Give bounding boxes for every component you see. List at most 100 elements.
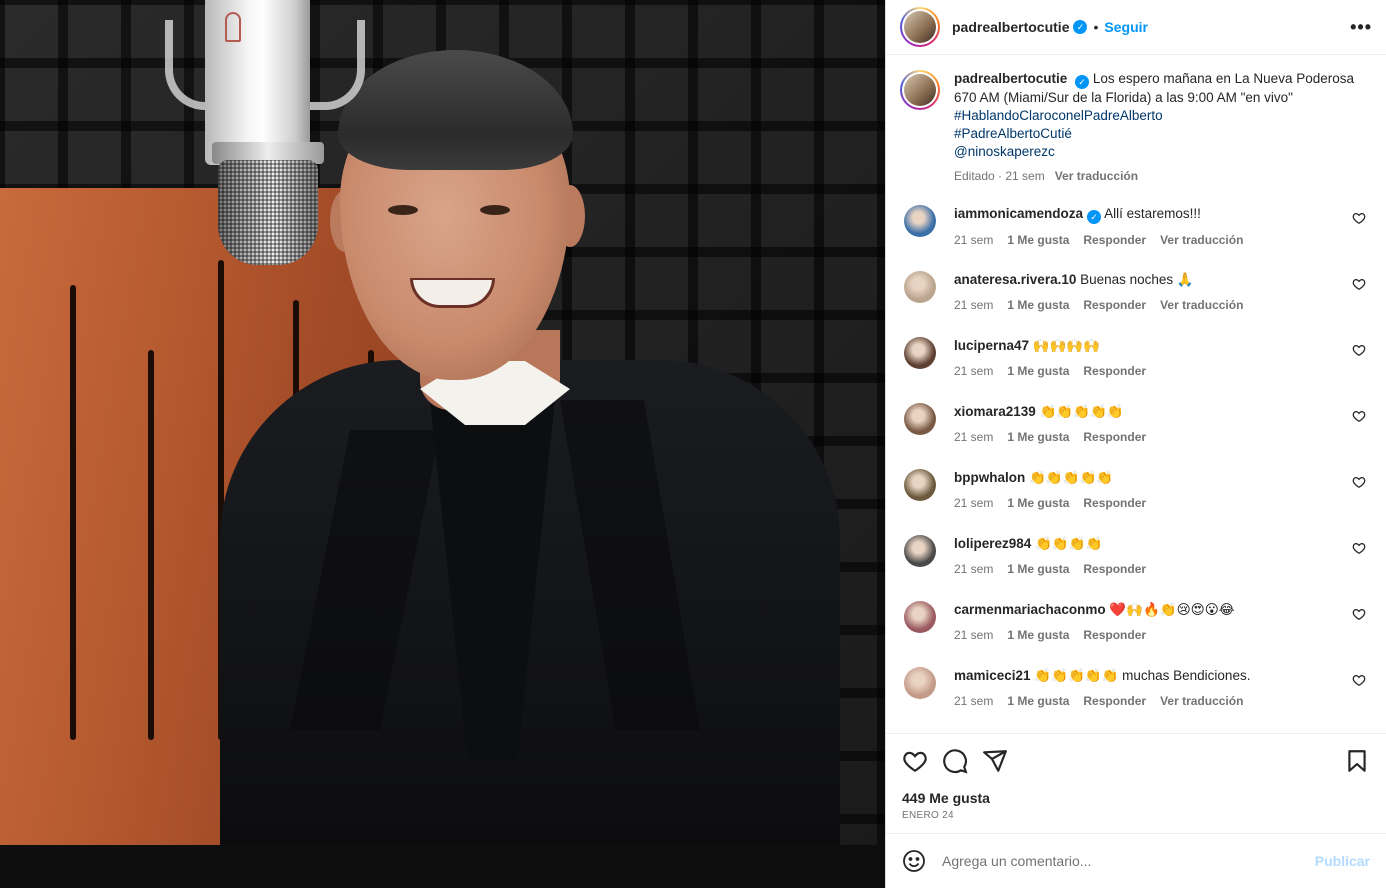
follow-button[interactable]: Seguir	[1104, 19, 1148, 35]
commenter-username[interactable]: carmenmariachaconmo	[954, 602, 1106, 617]
reply-button[interactable]: Responder	[1083, 560, 1146, 578]
comment-like-count[interactable]: 1 Me gusta	[1007, 692, 1069, 710]
publish-button[interactable]: Publicar	[1315, 853, 1370, 869]
see-translation-link[interactable]: Ver traducción	[1160, 296, 1243, 314]
post-header: padrealbertocutie ✓ • Seguir •••	[886, 0, 1386, 55]
post-sidebar: padrealbertocutie ✓ • Seguir ••• padreal…	[885, 0, 1386, 888]
comment-body: carmenmariachaconmo ❤️🙌🔥👏😢😍😮😂 21 sem 1 M…	[954, 601, 1354, 647]
like-comment-heart-icon[interactable]	[1352, 673, 1366, 687]
comment-like-count[interactable]: 1 Me gusta	[1007, 428, 1069, 446]
comments-scroll-area[interactable]: padrealbertocutie ✓ Los espero mañana en…	[886, 56, 1386, 732]
smiley-icon[interactable]	[902, 849, 926, 873]
comment-like-count[interactable]: 1 Me gusta	[1007, 560, 1069, 578]
comment-time: 21 sem	[954, 298, 994, 312]
commenter-avatar[interactable]	[904, 469, 936, 501]
heart-icon[interactable]	[902, 748, 928, 774]
caption-avatar[interactable]	[900, 70, 940, 110]
comment-meta: 21 sem 1 Me gusta Responder	[954, 362, 1354, 380]
comment-body: loliperez984 👏👏👏👏 21 sem 1 Me gusta Resp…	[954, 535, 1354, 581]
commenter-avatar[interactable]	[904, 601, 936, 633]
photo-bottom-shadow	[0, 845, 885, 888]
comment-like-count[interactable]: 1 Me gusta	[1007, 362, 1069, 380]
like-comment-heart-icon[interactable]	[1352, 343, 1366, 357]
comment-text: 👏👏👏👏👏	[1039, 404, 1124, 419]
post-date: ENERO 24	[902, 810, 954, 821]
comment-like-count[interactable]: 1 Me gusta	[1007, 296, 1069, 314]
more-options-icon[interactable]: •••	[1350, 17, 1372, 38]
author-avatar[interactable]	[900, 7, 940, 47]
comment-like-count[interactable]: 1 Me gusta	[1007, 494, 1069, 512]
commenter-username[interactable]: xiomara2139	[954, 404, 1036, 419]
comment-input[interactable]	[942, 853, 1315, 869]
like-comment-heart-icon[interactable]	[1352, 475, 1366, 489]
like-comment-heart-icon[interactable]	[1352, 211, 1366, 225]
comment-like-count[interactable]: 1 Me gusta	[1007, 626, 1069, 644]
commenter-avatar[interactable]	[904, 337, 936, 369]
commenter-username[interactable]: iammonicamendoza	[954, 206, 1083, 221]
comment-time: 21 sem	[954, 496, 994, 510]
commenter-avatar[interactable]	[904, 535, 936, 567]
verified-badge-icon: ✓	[1075, 75, 1090, 89]
reply-button[interactable]: Responder	[1083, 626, 1146, 644]
see-translation-link[interactable]: Ver traducción	[1160, 692, 1243, 710]
comment-body: iammonicamendoza ✓ Allí estaremos!!! 21 s…	[954, 205, 1354, 251]
bookmark-icon[interactable]	[1344, 748, 1370, 774]
commenter-username[interactable]: luciperna47	[954, 338, 1029, 353]
commenter-avatar[interactable]	[904, 205, 936, 237]
eye	[480, 205, 510, 215]
comment-item: anateresa.rivera.10 Buenas noches 🙏 21 s…	[900, 271, 1372, 317]
comment-meta: 21 sem 1 Me gusta Responder	[954, 626, 1354, 644]
commenter-avatar[interactable]	[904, 271, 936, 303]
commenter-username[interactable]: bppwhalon	[954, 470, 1025, 485]
reply-button[interactable]: Responder	[1083, 362, 1146, 380]
commenter-avatar[interactable]	[904, 667, 936, 699]
comment-item: iammonicamendoza ✓ Allí estaremos!!! 21 s…	[900, 205, 1372, 251]
like-comment-heart-icon[interactable]	[1352, 541, 1366, 555]
caption-body: padrealbertocutie ✓ Los espero mañana en…	[954, 70, 1364, 185]
share-icon[interactable]	[982, 748, 1008, 774]
comment-text: 👏👏👏👏	[1035, 536, 1103, 551]
comment-body: bppwhalon 👏👏👏👏👏 21 sem 1 Me gusta Respon…	[954, 469, 1354, 515]
comment-item: carmenmariachaconmo ❤️🙌🔥👏😢😍😮😂 21 sem 1 M…	[900, 601, 1372, 647]
comment-item: luciperna47 🙌🙌🙌🙌 21 sem 1 Me gusta Respo…	[900, 337, 1372, 383]
comment-text: 🙌🙌🙌🙌	[1032, 338, 1101, 353]
comment-like-count[interactable]: 1 Me gusta	[1007, 231, 1069, 249]
commenter-avatar[interactable]	[904, 403, 936, 435]
comment-meta: 21 sem 1 Me gusta Responder	[954, 494, 1354, 512]
likes-count[interactable]: 449 Me gusta	[902, 790, 1370, 806]
reply-button[interactable]: Responder	[1083, 428, 1146, 446]
reply-button[interactable]: Responder	[1083, 692, 1146, 710]
commenter-username[interactable]: loliperez984	[954, 536, 1031, 551]
comment-icon[interactable]	[942, 748, 968, 774]
separator-dot: •	[1093, 19, 1099, 35]
comment-meta: 21 sem 1 Me gusta Responder	[954, 560, 1354, 578]
like-comment-heart-icon[interactable]	[1352, 409, 1366, 423]
see-translation-link[interactable]: Ver traducción	[1055, 167, 1138, 185]
comment-time: 21 sem	[954, 694, 994, 708]
like-comment-heart-icon[interactable]	[1352, 277, 1366, 291]
comment-text: ❤️🙌🔥👏😢😍😮😂	[1109, 602, 1235, 617]
comment-meta: 21 sem 1 Me gusta Responder Ver traducci…	[954, 692, 1354, 710]
action-icons	[902, 746, 1370, 776]
commenter-username[interactable]: mamiceci21	[954, 668, 1031, 683]
reply-button[interactable]: Responder	[1083, 494, 1146, 512]
hair	[338, 50, 573, 170]
hashtag-link[interactable]: #HablandoClaroconelPadreAlberto	[954, 107, 1364, 125]
author-username[interactable]: padrealbertocutie	[952, 19, 1069, 35]
mention-link[interactable]: @ninoskaperezc	[954, 143, 1364, 161]
post-photo[interactable]	[0, 0, 885, 888]
comment-time: 21 sem	[954, 430, 994, 444]
comment-time: 21 sem	[954, 628, 994, 642]
eye	[388, 205, 418, 215]
hashtag-link[interactable]: #PadreAlbertoCutié	[954, 125, 1364, 143]
like-comment-heart-icon[interactable]	[1352, 607, 1366, 621]
comment-body: anateresa.rivera.10 Buenas noches 🙏 21 s…	[954, 271, 1354, 317]
comment-time: 21 sem	[954, 233, 994, 247]
see-translation-link[interactable]: Ver traducción	[1160, 231, 1243, 249]
commenter-username[interactable]: anateresa.rivera.10	[954, 272, 1076, 287]
reply-button[interactable]: Responder	[1083, 231, 1146, 249]
reply-button[interactable]: Responder	[1083, 296, 1146, 314]
priest-figure	[0, 0, 885, 888]
comment-body: xiomara2139 👏👏👏👏👏 21 sem 1 Me gusta Resp…	[954, 403, 1354, 449]
caption-username[interactable]: padrealbertocutie	[954, 71, 1067, 86]
